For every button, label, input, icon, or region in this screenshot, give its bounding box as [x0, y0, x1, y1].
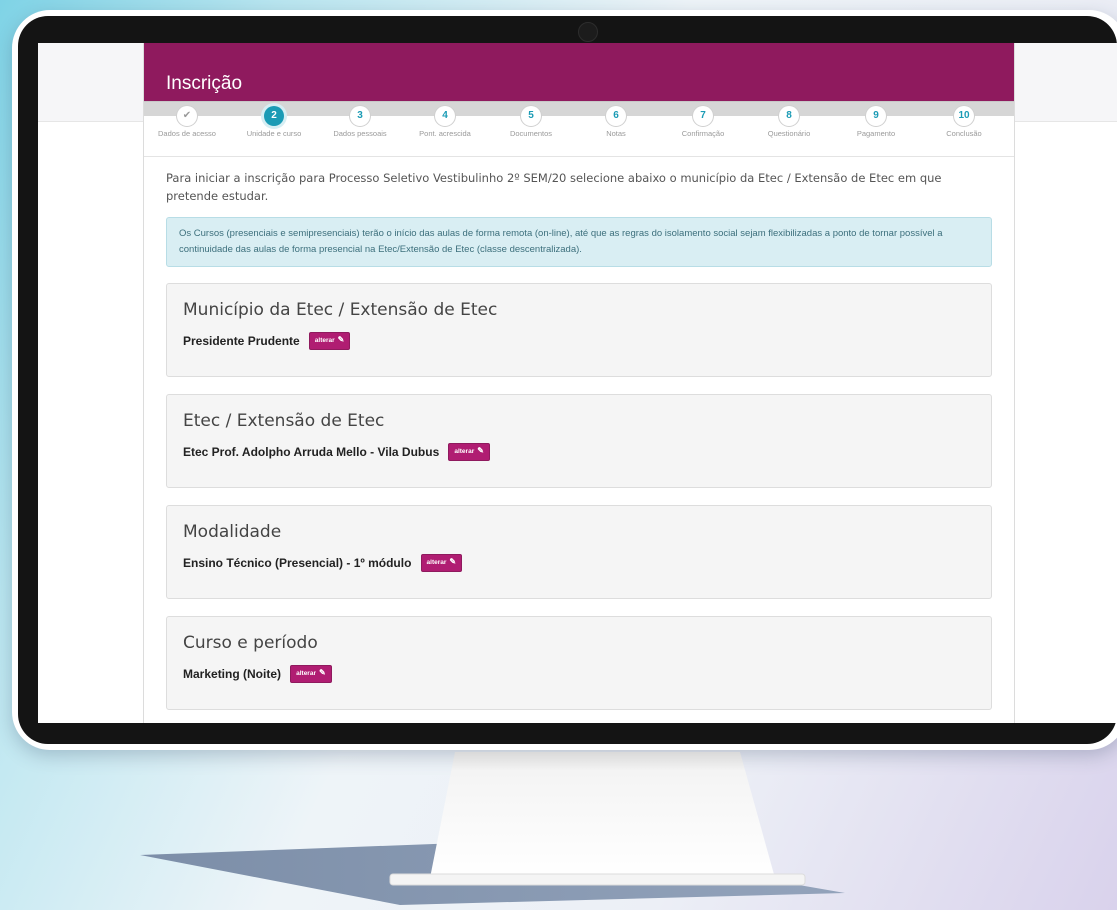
section-municipio: Município da Etec / Extensão de Etec Pre…	[166, 283, 992, 377]
step-notas[interactable]: 6 Notas	[573, 106, 659, 138]
step-label: Notas	[606, 129, 626, 138]
section-title: Etec / Extensão de Etec	[183, 411, 385, 431]
check-icon: ✔	[177, 106, 197, 126]
pencil-icon: ✎	[337, 334, 345, 344]
step-label: Dados de acesso	[158, 129, 216, 138]
step-label: Documentos	[509, 129, 553, 138]
section-value: Presidente Prudente	[183, 333, 300, 348]
step-pont-acrescida[interactable]: 4 Pont. acrescida	[402, 106, 488, 138]
alterar-municipio-button[interactable]: alterar ✎	[308, 331, 351, 350]
pencil-icon: ✎	[318, 667, 326, 677]
step-number: 3	[350, 106, 370, 126]
section-value: Marketing (Noite)	[183, 666, 282, 681]
step-label: Conclusão	[946, 129, 982, 138]
step-number: 5	[521, 106, 541, 126]
step-unidade-e-curso[interactable]: 2 Unidade e curso	[231, 106, 317, 138]
section-modalidade: Modalidade Ensino Técnico (Presencial) -…	[166, 505, 992, 599]
step-documentos[interactable]: 5 Documentos	[488, 106, 574, 138]
step-label: Unidade e curso	[246, 129, 302, 138]
registration-panel: Inscrição ✔ Dados de acesso 2 Unidade e …	[143, 43, 1015, 723]
page-title: Inscrição	[166, 73, 243, 94]
step-number: 7	[693, 106, 713, 126]
step-label: Questionário	[767, 129, 811, 138]
section-title: Modalidade	[183, 522, 282, 542]
screen: Inscrição ✔ Dados de acesso 2 Unidade e …	[38, 43, 1117, 723]
step-pagamento[interactable]: 9 Pagamento	[833, 106, 919, 138]
step-dados-de-acesso[interactable]: ✔ Dados de acesso	[144, 106, 230, 138]
section-value: Ensino Técnico (Presencial) - 1º módulo	[183, 555, 412, 570]
step-confirmacao[interactable]: 7 Confirmação	[660, 106, 746, 138]
section-title: Município da Etec / Extensão de Etec	[183, 300, 498, 320]
step-number: 10	[954, 106, 974, 126]
progress-steps: ✔ Dados de acesso 2 Unidade e curso 3 Da…	[144, 106, 1014, 157]
main-content: Para iniciar a inscrição para Processo S…	[144, 157, 1014, 710]
step-label: Confirmação	[681, 129, 725, 138]
step-number: 8	[779, 106, 799, 126]
alterar-modalidade-button[interactable]: alterar ✎	[420, 553, 463, 572]
step-conclusao[interactable]: 10 Conclusão	[921, 106, 1007, 138]
intro-text: Para iniciar a inscrição para Processo S…	[166, 171, 942, 203]
step-number: 4	[435, 106, 455, 126]
step-number: 2	[264, 106, 284, 126]
step-label: Dados pessoais	[333, 129, 387, 138]
step-number: 9	[866, 106, 886, 126]
alterar-curso-button[interactable]: alterar ✎	[290, 664, 332, 683]
pencil-icon: ✎	[449, 556, 457, 566]
section-value: Etec Prof. Adolpho Arruda Mello - Vila D…	[183, 444, 440, 459]
step-label: Pagamento	[856, 129, 896, 138]
section-title: Curso e período	[183, 633, 318, 653]
page-header: Inscrição	[144, 43, 1014, 101]
remote-classes-notice: Os Cursos (presenciais e semipresenciais…	[166, 217, 992, 267]
section-etec: Etec / Extensão de Etec Etec Prof. Adolp…	[166, 394, 992, 488]
step-number: 6	[606, 106, 626, 126]
step-questionario[interactable]: 8 Questionário	[746, 106, 832, 138]
pencil-icon: ✎	[477, 445, 484, 455]
section-curso-periodo: Curso e período Marketing (Noite) altera…	[166, 616, 992, 710]
step-label: Pont. acrescida	[419, 129, 471, 138]
camera-icon	[578, 22, 598, 42]
alterar-etec-button[interactable]: alterar ✎	[448, 442, 490, 461]
step-dados-pessoais[interactable]: 3 Dados pessoais	[317, 106, 403, 138]
